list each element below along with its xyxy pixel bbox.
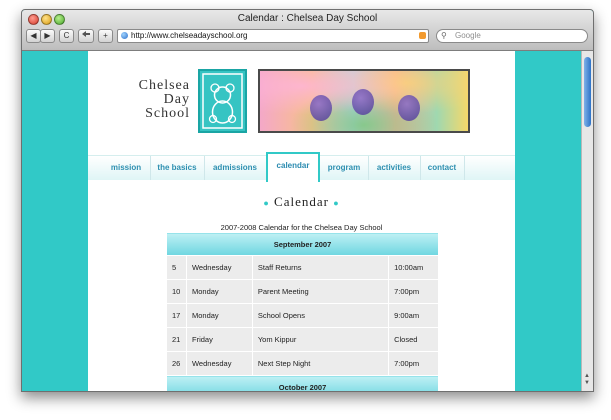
header-banner-image	[258, 69, 470, 133]
browser-window: Calendar : Chelsea Day School ◀ ▶ C + ht…	[21, 9, 594, 392]
school-name-line: Chelsea	[138, 78, 190, 93]
nav-the-basics[interactable]: the basics	[150, 156, 205, 180]
title-bar: Calendar : Chelsea Day School ◀ ▶ C + ht…	[22, 10, 593, 51]
month-header: September 2007	[166, 232, 439, 256]
bullet-icon: ●	[333, 198, 340, 209]
search-field[interactable]: ⚲ Google	[436, 29, 588, 43]
snapback-icon	[82, 31, 90, 37]
cell-event: Yom Kippur	[251, 327, 390, 352]
table-row: 21 Friday Yom Kippur Closed	[166, 327, 439, 352]
search-placeholder: Google	[455, 31, 481, 40]
month-header-row: September 2007	[166, 232, 439, 256]
add-bookmark-button[interactable]: +	[98, 29, 113, 43]
cell-weekday: Monday	[185, 303, 253, 328]
scrollbar-thumb[interactable]	[584, 57, 591, 127]
cell-day: 17	[166, 303, 187, 328]
calendar-caption: 2007-2008 Calendar for the Chelsea Day S…	[220, 223, 383, 232]
cell-weekday: Wednesday	[185, 255, 253, 280]
cell-day: 26	[166, 351, 187, 376]
school-name-line: School	[145, 106, 190, 121]
cell-event: Parent Meeting	[251, 279, 390, 304]
school-name: Chelsea Day School	[130, 79, 190, 121]
banner-dot	[398, 95, 420, 121]
cell-weekday: Monday	[185, 279, 253, 304]
teddy-bear-icon	[202, 73, 243, 129]
table-row: 26 Wednesday Next Step Night 7:00pm	[166, 351, 439, 376]
nav-mission[interactable]: mission	[102, 156, 151, 180]
cell-weekday: Friday	[185, 327, 253, 352]
page-title: ● Calendar ●	[88, 194, 515, 210]
cell-event: School Opens	[251, 303, 390, 328]
cell-event: Next Step Night	[251, 351, 390, 376]
nav-contact[interactable]: contact	[420, 156, 465, 180]
snapback-button[interactable]	[78, 29, 94, 43]
forward-button[interactable]: ▶	[40, 29, 55, 43]
address-text: http://www.chelseadayschool.org	[131, 31, 248, 40]
scroll-arrows-icon[interactable]: ▲ ▼	[584, 373, 590, 387]
main-nav: mission the basics admissions calendar p…	[88, 152, 515, 182]
cell-event: Staff Returns	[251, 255, 390, 280]
cell-day: 21	[166, 327, 187, 352]
web-content: Chelsea Day School mission the basics ad…	[22, 51, 582, 391]
reload-button[interactable]: C	[59, 29, 74, 43]
month-header: October 2007	[166, 375, 439, 391]
table-row: 5 Wednesday Staff Returns 10:00am	[166, 255, 439, 280]
cell-time: 7:00pm	[388, 351, 439, 376]
calendar-table: September 2007 5 Wednesday Staff Returns…	[166, 232, 439, 391]
month-header-row: October 2007	[166, 375, 439, 391]
page-container: Chelsea Day School mission the basics ad…	[88, 51, 515, 391]
nav-program[interactable]: program	[320, 156, 369, 180]
back-button[interactable]: ◀	[26, 29, 41, 43]
nav-calendar[interactable]: calendar	[266, 152, 320, 182]
teddy-bear-logo	[198, 69, 247, 133]
rss-icon[interactable]	[419, 32, 426, 39]
page-title-text: Calendar	[274, 194, 329, 209]
cell-day: 10	[166, 279, 187, 304]
nav-admissions[interactable]: admissions	[204, 156, 267, 180]
cell-day: 5	[166, 255, 187, 280]
cell-time: 7:00pm	[388, 279, 439, 304]
banner-dot	[310, 95, 332, 121]
search-icon: ⚲	[441, 31, 447, 40]
cell-time: 10:00am	[388, 255, 439, 280]
window-title: Calendar : Chelsea Day School	[237, 13, 378, 24]
table-row: 10 Monday Parent Meeting 7:00pm	[166, 279, 439, 304]
vertical-scrollbar[interactable]: ▲ ▼	[581, 51, 593, 391]
cell-time: Closed	[388, 327, 439, 352]
school-name-line: Day	[163, 92, 190, 107]
banner-dot	[352, 89, 374, 115]
nav-activities[interactable]: activities	[368, 156, 421, 180]
cell-time: 9:00am	[388, 303, 439, 328]
cell-weekday: Wednesday	[185, 351, 253, 376]
bullet-icon: ●	[263, 198, 270, 209]
address-bar[interactable]: http://www.chelseadayschool.org	[117, 29, 429, 43]
table-row: 17 Monday School Opens 9:00am	[166, 303, 439, 328]
globe-icon	[121, 32, 128, 39]
